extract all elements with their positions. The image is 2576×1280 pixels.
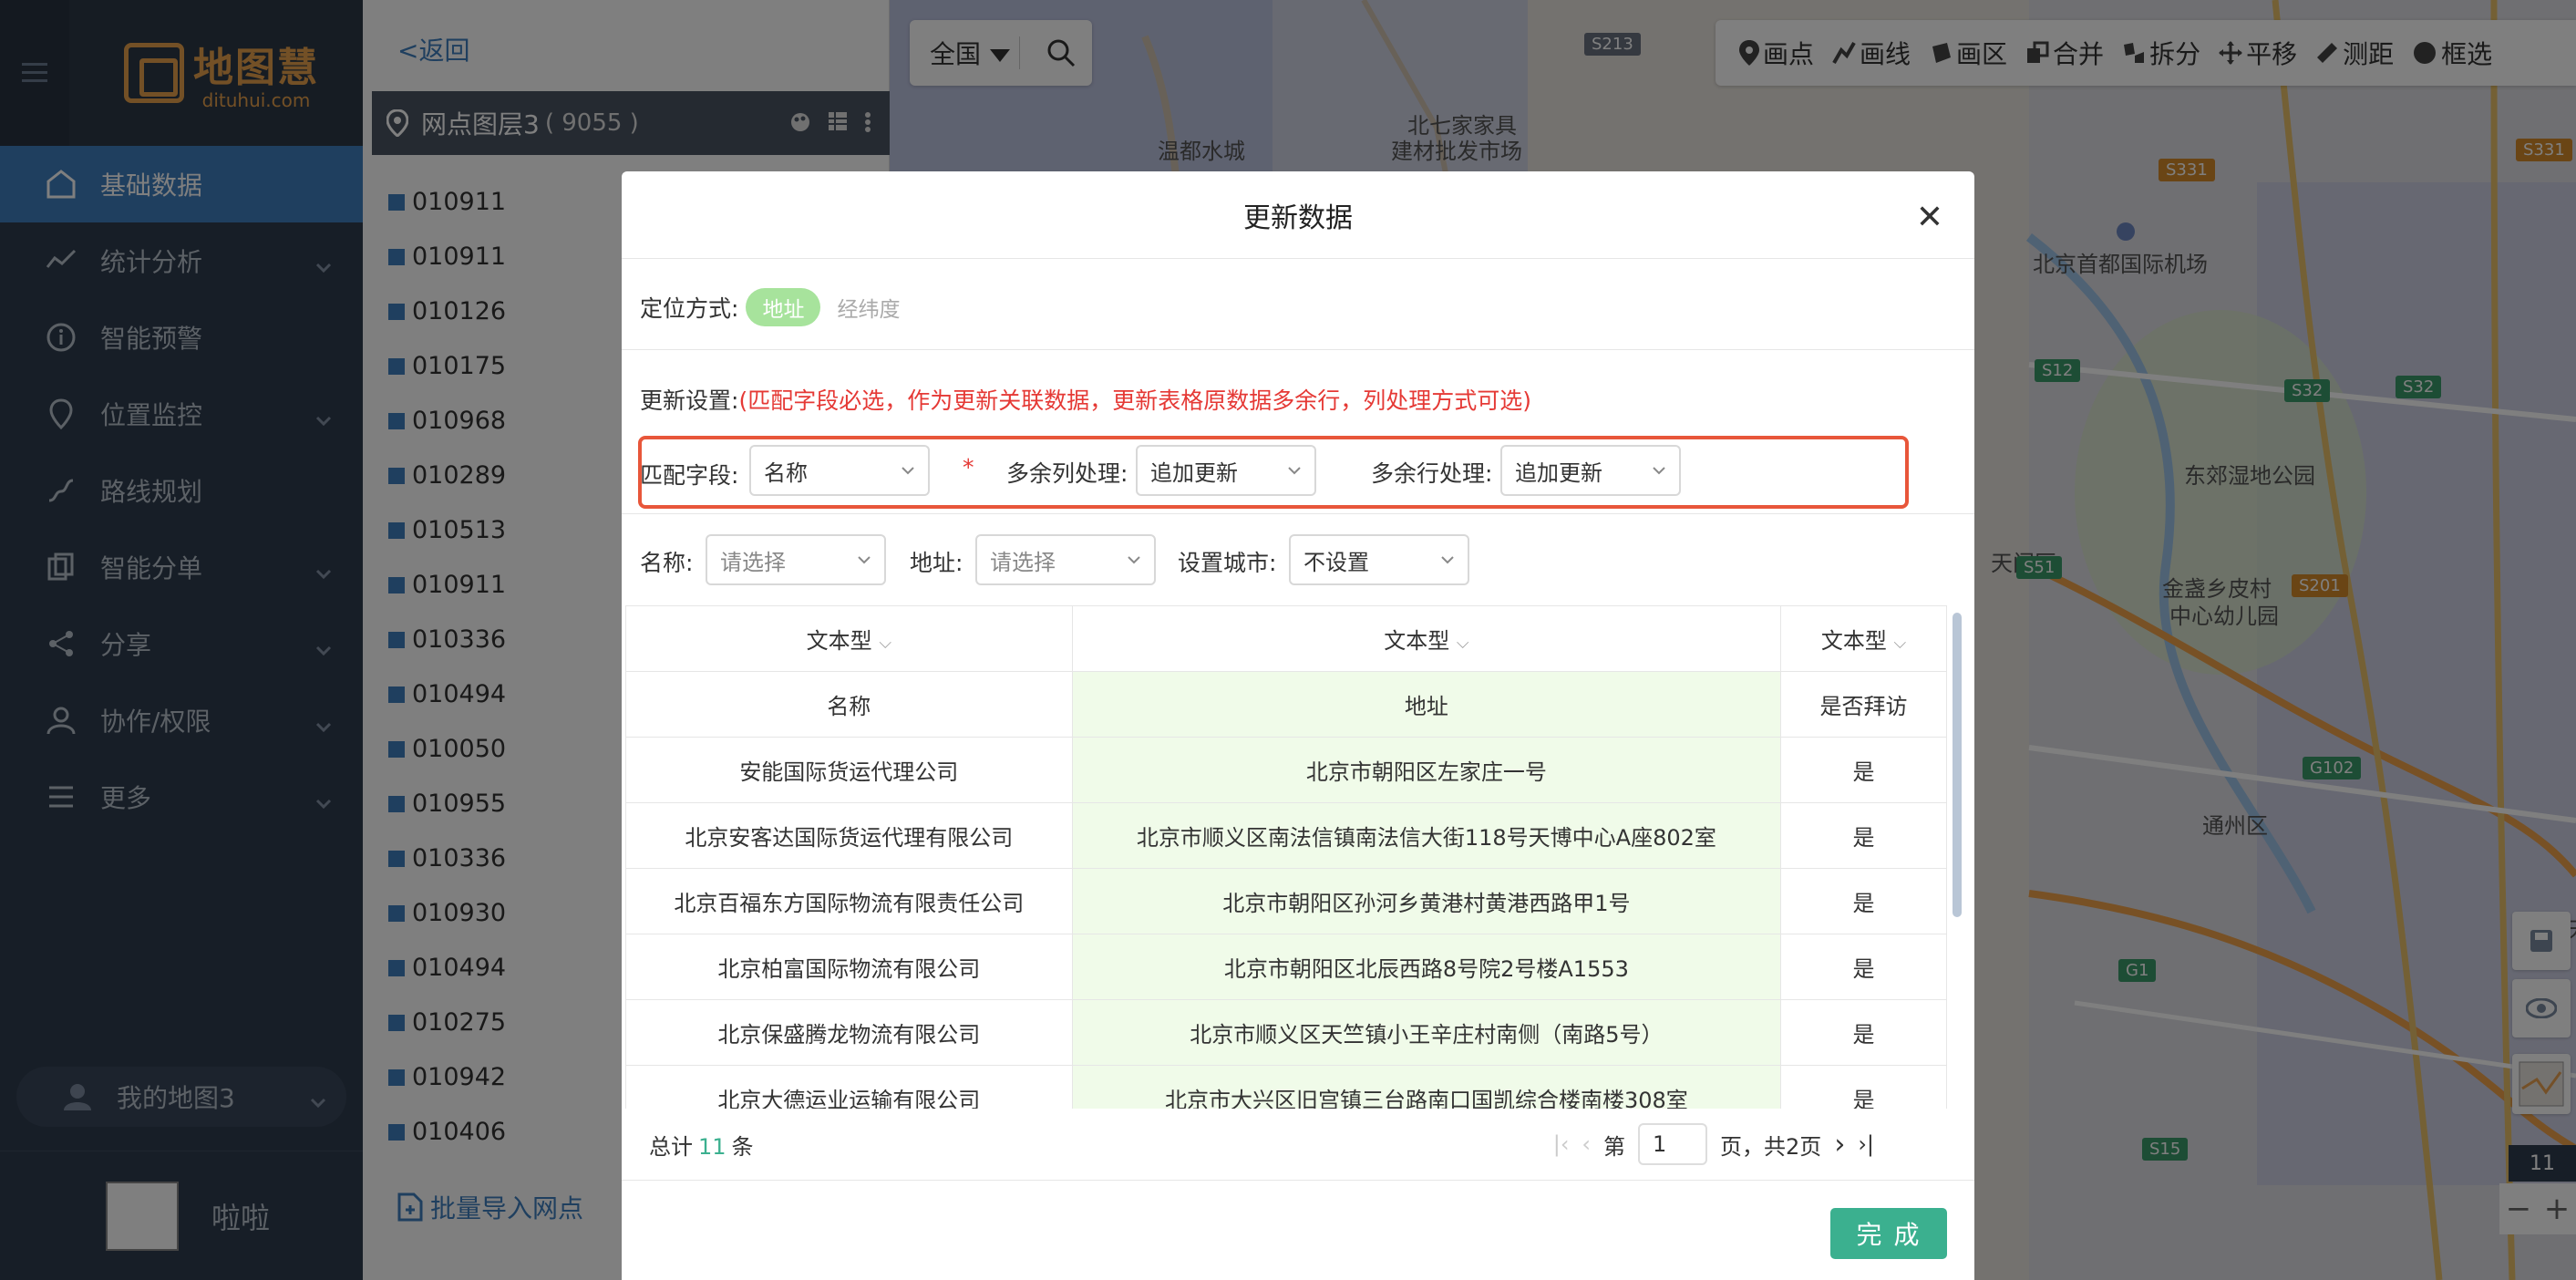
dialog-footer: 完 成 xyxy=(622,1180,1974,1280)
locate-method-section: 定位方式: 地址 经纬度 xyxy=(622,259,1974,350)
address-column-value: 请选择 xyxy=(990,549,1056,575)
field-name-cell: 地址 xyxy=(1071,671,1782,738)
column-type-select[interactable]: 文本型 ⌵ xyxy=(1071,605,1782,672)
table-cell-visited: 是 xyxy=(1780,868,1947,934)
page-prefix: 第 xyxy=(1603,1133,1626,1160)
field-name-cell: 是否拜访 xyxy=(1780,671,1947,738)
last-page-icon[interactable]: ›| xyxy=(1858,1131,1874,1157)
locate-latlng-toggle[interactable]: 经纬度 xyxy=(828,288,909,326)
table-row: 北京柏富国际物流有限公司 北京市朝阳区北辰西路8号院2号楼A1553 是 xyxy=(625,934,1947,1000)
table-row: 北京百福东方国际物流有限责任公司 北京市朝阳区孙河乡黄港村黄港西路甲1号是 xyxy=(625,868,1947,934)
table-cell-name: 北京安客达国际货运代理有限公司 xyxy=(625,802,1073,869)
required-mark: * xyxy=(963,454,974,480)
table-row: 安能国际货运代理公司 北京市朝阳区左家庄一号是 xyxy=(625,737,1947,803)
table-cell-address: 北京市朝阳区北辰西路8号院2号楼A1553 xyxy=(1071,934,1782,1000)
table-cell-name: 北京大德运业运输有限公司 xyxy=(625,1065,1073,1109)
table-cell-visited: 是 xyxy=(1780,999,1947,1066)
pagination: 总计 11 条 |‹ ‹ 第 1 页，共2页 › ›| xyxy=(622,1112,1974,1176)
update-settings-label: 更新设置: xyxy=(640,387,739,414)
chevron-down-icon xyxy=(902,467,914,475)
total-count: 总计 11 条 xyxy=(649,1129,754,1161)
chevron-down-icon xyxy=(1441,556,1454,564)
chevron-down-icon: ⌵ xyxy=(879,634,891,653)
table-cell-name: 北京保盛腾龙物流有限公司 xyxy=(625,999,1073,1066)
table-cell-address: 北京市顺义区南法信镇南法信大街118号天博中心A座802室 xyxy=(1071,802,1782,869)
match-field-value: 名称 xyxy=(764,459,808,486)
type-header-row: 文本型 ⌵ 文本型 ⌵ 文本型 ⌵ xyxy=(625,605,1947,672)
locate-method-label: 定位方式: xyxy=(640,295,739,322)
address-column-select[interactable]: 请选择 xyxy=(975,534,1156,585)
name-column-select[interactable]: 请选择 xyxy=(706,534,886,585)
table-cell-address: 北京市大兴区旧宫镇三台路南口国凯综合楼南楼308室 xyxy=(1071,1065,1782,1109)
done-button[interactable]: 完 成 xyxy=(1830,1208,1947,1259)
extra-col-select[interactable]: 追加更新 xyxy=(1136,445,1316,496)
name-column-label: 名称: xyxy=(640,550,694,576)
city-label: 设置城市: xyxy=(1178,550,1277,576)
chevron-down-icon: ⌵ xyxy=(1893,634,1907,653)
address-column-label: 地址: xyxy=(910,550,963,576)
table-row: 北京保盛腾龙物流有限公司 北京市顺义区天竺镇小王辛庄村南侧（南路5号）是 xyxy=(625,999,1947,1066)
city-select[interactable]: 不设置 xyxy=(1289,534,1469,585)
prev-page-icon[interactable]: ‹ xyxy=(1582,1131,1591,1157)
table-scrollbar[interactable] xyxy=(1953,613,1962,917)
column-type-select[interactable]: 文本型 ⌵ xyxy=(1780,605,1947,672)
close-icon[interactable]: ✕ xyxy=(1916,199,1943,236)
table-cell-name: 北京柏富国际物流有限公司 xyxy=(625,934,1073,1000)
match-field-select[interactable]: 名称 xyxy=(749,445,930,496)
chevron-down-icon: ⌵ xyxy=(1456,634,1469,653)
table-cell-visited: 是 xyxy=(1780,1065,1947,1109)
name-column-value: 请选择 xyxy=(720,549,786,575)
chevron-down-icon xyxy=(1288,467,1301,475)
data-preview-table: 文本型 ⌵ 文本型 ⌵ 文本型 ⌵ 名称 地址 是否拜访 安能国际货运代理公司北… xyxy=(625,605,1947,1109)
table-row: 北京安客达国际货运代理有限公司 北京市顺义区南法信镇南法信大街118号天博中心A座… xyxy=(625,802,1947,869)
total-number: 11 xyxy=(698,1133,726,1160)
table-cell-visited: 是 xyxy=(1780,934,1947,1000)
table-cell-address: 北京市朝阳区孙河乡黄港村黄港西路甲1号 xyxy=(1071,868,1782,934)
table-cell-visited: 是 xyxy=(1780,802,1947,869)
extra-row-select[interactable]: 追加更新 xyxy=(1500,445,1681,496)
column-type-label: 文本型 xyxy=(1820,628,1887,654)
table-cell-name: 安能国际货运代理公司 xyxy=(625,737,1073,803)
total-prefix: 总计 xyxy=(649,1133,693,1160)
dialog-title: 更新数据 xyxy=(1243,201,1353,234)
match-field-label: 匹配字段: xyxy=(640,462,739,489)
chevron-down-icon xyxy=(858,556,871,564)
table-row: 北京大德运业运输有限公司 北京市大兴区旧宫镇三台路南口国凯综合楼南楼308室是 xyxy=(625,1065,1947,1109)
first-page-icon[interactable]: |‹ xyxy=(1553,1131,1570,1157)
table-cell-name: 北京百福东方国际物流有限责任公司 xyxy=(625,868,1073,934)
table-cell-address: 北京市朝阳区左家庄一号 xyxy=(1071,737,1782,803)
extra-row-label: 多余行处理: xyxy=(1371,460,1493,487)
extra-col-value: 追加更新 xyxy=(1150,459,1238,486)
total-suffix: 条 xyxy=(731,1133,754,1160)
table-cell-address: 北京市顺义区天竺镇小王辛庄村南侧（南路5号） xyxy=(1071,999,1782,1066)
extra-row-value: 追加更新 xyxy=(1515,459,1602,486)
chevron-down-icon xyxy=(1653,467,1665,475)
next-page-icon[interactable]: › xyxy=(1834,1129,1845,1161)
chevron-down-icon xyxy=(1128,556,1140,564)
table-cell-visited: 是 xyxy=(1780,737,1947,803)
update-settings-hint: (匹配字段必选，作为更新关联数据，更新表格原数据多余行，列处理方式可选) xyxy=(738,387,1531,414)
field-name-cell: 名称 xyxy=(625,671,1073,738)
column-type-select[interactable]: 文本型 ⌵ xyxy=(625,605,1073,672)
extra-col-label: 多余列处理: xyxy=(1006,460,1128,487)
field-name-row: 名称 地址 是否拜访 xyxy=(625,671,1947,738)
city-value: 不设置 xyxy=(1303,549,1369,575)
page-input[interactable]: 1 xyxy=(1638,1123,1708,1165)
column-type-label: 文本型 xyxy=(1384,628,1450,654)
column-type-label: 文本型 xyxy=(806,628,872,654)
locate-address-toggle[interactable]: 地址 xyxy=(746,288,821,326)
page-suffix: 页，共2页 xyxy=(1720,1133,1822,1160)
